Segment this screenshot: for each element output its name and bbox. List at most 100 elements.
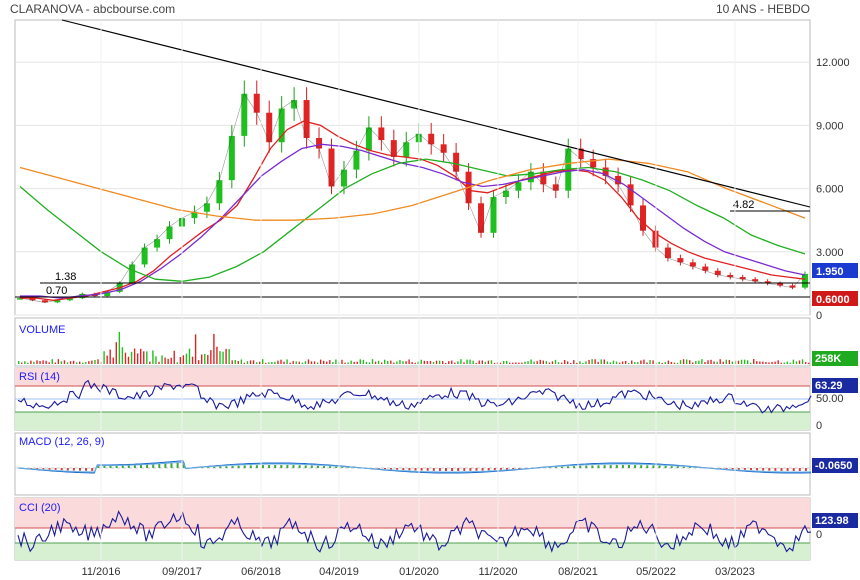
volume-bar [746, 360, 749, 364]
volume-bar [445, 362, 447, 364]
macd-histogram-bar [292, 465, 295, 468]
volume-bar [384, 359, 386, 364]
macd-histogram-bar [597, 465, 600, 468]
volume-bar [75, 362, 78, 364]
volume-bar [545, 361, 548, 364]
last-price-tag: 1.950 [816, 266, 844, 278]
macd-histogram-bar [792, 468, 795, 471]
volume-bar [66, 362, 69, 364]
volume-bar [567, 361, 569, 364]
volume-bar [801, 359, 804, 364]
macd-histogram-bar [463, 468, 466, 471]
volume-bar [710, 359, 712, 364]
macd-histogram-bar [268, 465, 271, 468]
volume-bar [24, 361, 26, 364]
volume-bar [307, 359, 310, 364]
macd-histogram-bar [658, 465, 661, 468]
volume-bar [554, 359, 557, 364]
volume-bar [329, 360, 331, 364]
volume-bar [615, 361, 618, 364]
volume-bar [624, 360, 627, 364]
volume-bar [45, 360, 47, 364]
volume-bar [207, 354, 209, 364]
volume-bar [435, 360, 438, 364]
macd-histogram-bar [664, 465, 667, 468]
volume-bar [127, 356, 130, 364]
volume-bar [792, 359, 795, 364]
volume-bar [509, 362, 511, 364]
volume-bar [704, 362, 706, 364]
volume-bar [618, 362, 621, 364]
y-tick-label: 3.000 [816, 247, 844, 259]
volume-bar [289, 362, 291, 364]
volume-bar [323, 360, 325, 364]
macd-histogram-bar [54, 468, 57, 470]
macd-histogram-bar [213, 466, 216, 468]
volume-bar [603, 359, 605, 364]
volume-bar [499, 362, 502, 364]
macd-histogram-bar [798, 468, 801, 471]
volume-bar [780, 362, 782, 364]
macd-histogram-bar [396, 468, 399, 470]
volume-bar [557, 362, 560, 364]
macd-histogram-bar [780, 468, 783, 471]
volume-bar [194, 334, 197, 364]
volume-bar [426, 361, 429, 364]
volume-bar [774, 361, 776, 364]
support-tag: 0.6000 [816, 294, 850, 306]
volume-bar [707, 360, 709, 364]
volume-bar [316, 362, 319, 364]
volume-bar [216, 346, 218, 364]
volume-bar [570, 362, 572, 364]
volume-bar [576, 362, 578, 364]
volume-bar [94, 359, 96, 364]
macd-histogram-bar [731, 468, 734, 470]
y-tick-label: 0 [816, 310, 822, 322]
volume-bar [609, 362, 612, 364]
volume-bar [167, 358, 169, 364]
rsi-title: RSI (14) [19, 371, 60, 383]
volume-bar [679, 360, 682, 364]
volume-bar [713, 361, 715, 364]
macd-histogram-bar [640, 465, 643, 468]
volume-bar [783, 362, 785, 364]
chart-canvas: MM (20)MM (100)MM (50)MM (200) 12.0009.0… [14, 19, 858, 578]
cci-level-label: 0 [816, 529, 822, 541]
macd-histogram-bar [164, 463, 167, 468]
volume-bar [457, 361, 459, 364]
volume-bar [451, 360, 453, 364]
volume-bar [341, 359, 343, 364]
volume-bar [85, 362, 87, 364]
volume-bar [371, 359, 374, 364]
volume-bar [368, 362, 371, 364]
volume-bar [573, 360, 575, 364]
volume-bar [82, 362, 84, 364]
volume-bar [670, 361, 673, 364]
volume-bar [243, 362, 246, 364]
volume-bar [481, 360, 483, 364]
volume-bar [804, 362, 807, 364]
volume-bar [585, 361, 587, 364]
volume-bar [689, 360, 691, 364]
macd-histogram-bar [158, 463, 161, 468]
volume-title: VOLUME [19, 324, 65, 336]
volume-bar [731, 361, 734, 364]
volume-bar [91, 360, 93, 364]
volume-bar [698, 360, 700, 364]
macd-histogram-bar [323, 466, 325, 468]
cci-tag: 123.98 [815, 515, 849, 527]
volume-bar [676, 362, 679, 364]
volume-bar [399, 359, 401, 364]
macd-histogram-bar [725, 468, 728, 469]
macd-histogram-bar [316, 465, 319, 468]
volume-bar [722, 361, 724, 364]
macd-histogram-bar [262, 465, 264, 468]
volume-bar [628, 362, 630, 364]
volume-bar [518, 362, 520, 364]
x-tick-label: 09/2017 [162, 566, 202, 578]
volume-bar [795, 361, 798, 364]
volume-bar [283, 361, 285, 364]
macd-histogram-bar [48, 468, 51, 470]
volume-bar [521, 362, 523, 364]
rsi-tag: 63.29 [815, 380, 843, 392]
